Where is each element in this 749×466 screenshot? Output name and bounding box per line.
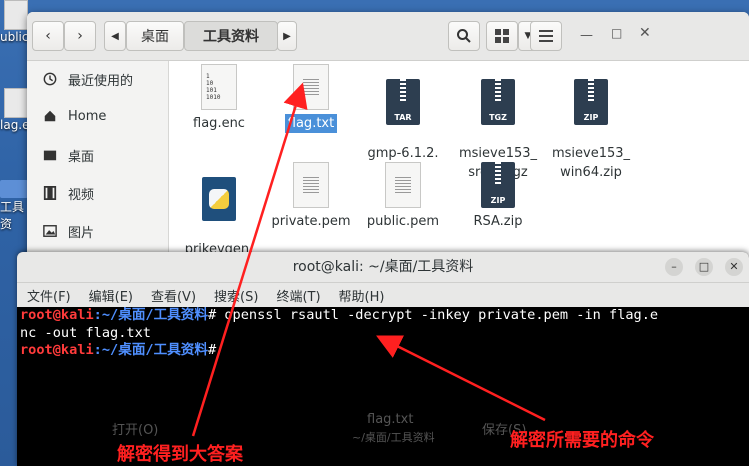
annotation-decrypted-answer: 解密得到大答案 <box>117 444 243 465</box>
arrow-to-flag-txt <box>191 82 308 437</box>
annotation-arrows <box>191 82 546 437</box>
annotation-decrypt-command: 解密所需要的命令 <box>510 430 654 451</box>
arrow-to-command <box>376 335 546 422</box>
